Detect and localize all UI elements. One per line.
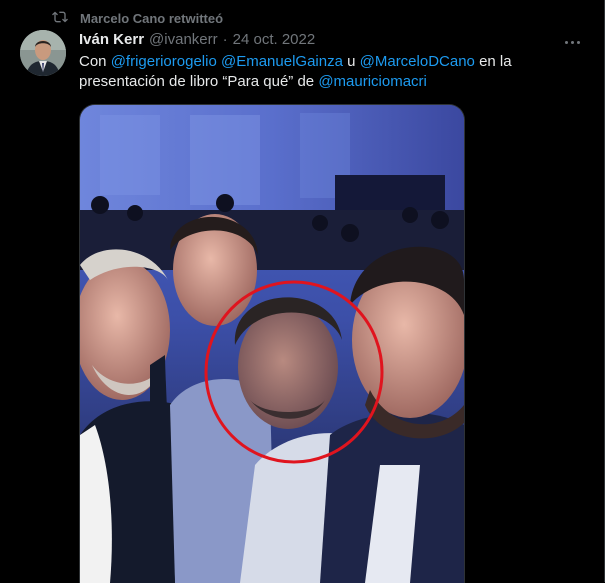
- author-handle[interactable]: @ivankerr: [149, 31, 218, 48]
- retweet-label: Marcelo Cano retwitteó: [80, 11, 224, 26]
- retweet-indicator[interactable]: Marcelo Cano retwitteó: [52, 9, 223, 28]
- tweet-card[interactable]: Marcelo Cano retwitteó Iván Kerr @ivanke…: [0, 0, 605, 583]
- mention-emanuelgainza[interactable]: @EmanuelGainza: [221, 53, 343, 70]
- header-separator: ·: [222, 31, 228, 48]
- mention-frigeriorogelio[interactable]: @frigeriorogelio: [111, 53, 217, 70]
- more-icon[interactable]: [565, 38, 587, 46]
- text-prefix: Con: [79, 53, 111, 70]
- mention-marcelodcano[interactable]: @MarceloDCano: [360, 53, 475, 70]
- tweet-date[interactable]: 24 oct. 2022: [233, 31, 316, 48]
- mention-mauriciomacri[interactable]: @mauriciomacri: [318, 73, 427, 90]
- selfie-photo: [80, 105, 464, 583]
- tweet-text: Con @frigeriorogelio @EmanuelGainza u @M…: [79, 52, 549, 92]
- tweet-header: Iván Kerr @ivankerr · 24 oct. 2022: [79, 31, 315, 48]
- author-avatar[interactable]: [20, 30, 66, 76]
- text-middle: u: [342, 53, 360, 70]
- retweet-icon: [52, 9, 68, 28]
- author-name[interactable]: Iván Kerr: [79, 31, 144, 48]
- tweet-photo[interactable]: [79, 104, 465, 583]
